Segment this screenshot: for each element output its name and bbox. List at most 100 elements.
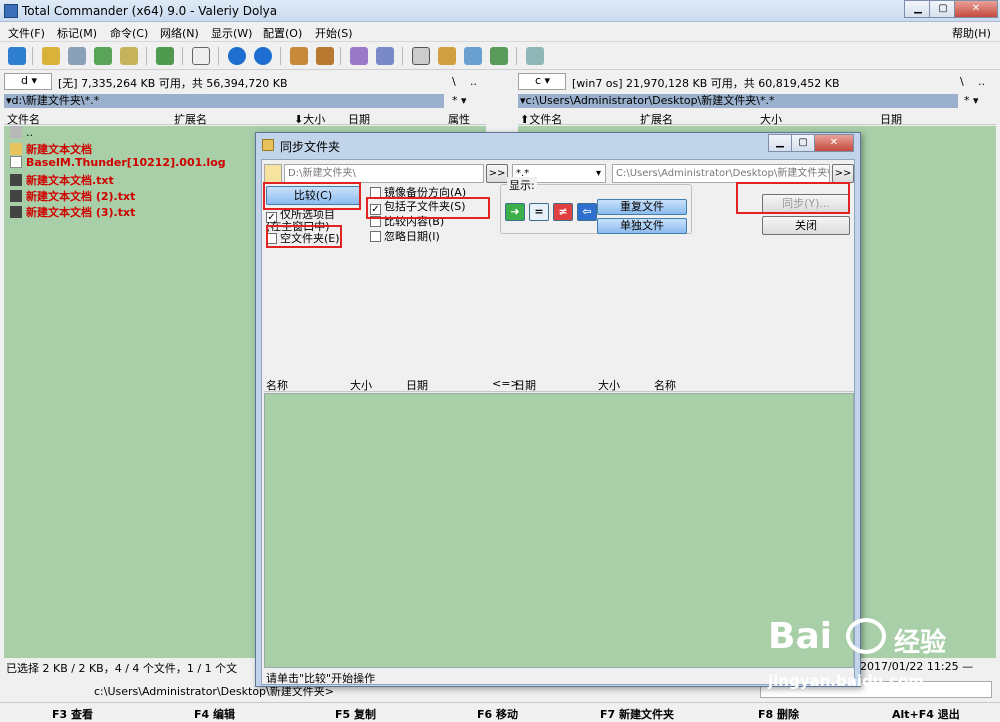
- list-header-size-right[interactable]: 大小: [598, 377, 620, 393]
- search-icon[interactable]: [412, 47, 430, 65]
- left-filter[interactable]: * ▾: [452, 94, 486, 108]
- right-drive-info: [win7 os] 21,970,128 KB 可用，共 60,819,452 …: [572, 77, 840, 90]
- menu-commands[interactable]: 命令(C): [110, 25, 148, 41]
- menu-file[interactable]: 文件(F): [8, 25, 45, 41]
- rename-icon[interactable]: [438, 47, 456, 65]
- right-header-ext[interactable]: 扩展名: [640, 111, 673, 127]
- full-view-icon[interactable]: [68, 47, 86, 65]
- left-header-date[interactable]: 日期: [348, 111, 370, 127]
- pack-icon[interactable]: [290, 47, 308, 65]
- menu-show[interactable]: 显示(W): [211, 25, 252, 41]
- compare-list[interactable]: [264, 393, 854, 668]
- list-header-date-right[interactable]: 日期: [514, 377, 536, 393]
- list-item[interactable]: ..: [10, 126, 33, 141]
- invert-selection-icon[interactable]: [156, 47, 174, 65]
- watermark: Bai 经验 jingyan.baidu.com: [768, 616, 998, 696]
- left-drive-select[interactable]: d ▾: [4, 73, 52, 90]
- dialog-minimize-button[interactable]: ▁: [768, 134, 792, 152]
- right-root-button[interactable]: \: [960, 75, 964, 88]
- zip-icon[interactable]: [192, 47, 210, 65]
- left-header-name[interactable]: 文件名: [7, 111, 40, 127]
- folder-icon: [10, 143, 22, 155]
- compare-icon[interactable]: [490, 47, 508, 65]
- sync-icon: [262, 139, 274, 151]
- minimize-button[interactable]: ▁: [904, 0, 932, 18]
- right-header-date[interactable]: 日期: [880, 111, 902, 127]
- right-dir-browse-button[interactable]: >>: [832, 164, 854, 183]
- function-key-bar: F3 查看 F4 编辑 F5 复制 F6 移动 F7 新建文件夹 F8 删除 A…: [0, 702, 1000, 721]
- tree-icon[interactable]: [120, 47, 138, 65]
- right-drive-bar: c ▾ [win7 os] 21,970,128 KB 可用，共 60,819,…: [518, 72, 996, 92]
- dialog-maximize-button[interactable]: ▢: [791, 134, 815, 152]
- show-equal-icon[interactable]: =: [529, 203, 549, 221]
- left-drive-bar: d ▾ [无] 7,335,264 KB 可用，共 56,394,720 KB …: [4, 72, 490, 92]
- list-item[interactable]: BaseIM.Thunder[10212].001.log: [10, 156, 226, 171]
- menu-net[interactable]: 网络(N): [160, 25, 199, 41]
- browse-folder-icon[interactable]: [264, 164, 282, 183]
- right-drive-select[interactable]: c ▾: [518, 73, 566, 90]
- close-button[interactable]: ✕: [954, 0, 998, 18]
- show-group: 显示: ➜ = ≠ ⇦ 重复文件 单独文件: [500, 177, 692, 234]
- menu-mark[interactable]: 标记(M): [57, 25, 97, 41]
- left-root-button[interactable]: \: [452, 75, 456, 88]
- ignore-date-checkbox[interactable]: 忽略日期(I): [370, 230, 440, 244]
- list-item[interactable]: 新建文本文档 (3).txt: [10, 204, 135, 219]
- close-dialog-button[interactable]: 关闭: [762, 216, 850, 235]
- left-header-ext[interactable]: 扩展名: [174, 111, 207, 127]
- left-drive-info: [无] 7,335,264 KB 可用，共 56,394,720 KB: [58, 77, 288, 90]
- dialog-title: 同步文件夹: [280, 140, 341, 154]
- list-item[interactable]: 新建文本文档: [10, 141, 92, 156]
- unpack-icon[interactable]: [316, 47, 334, 65]
- left-column-headers: 文件名 扩展名 ⬇大小 日期 属性: [4, 110, 486, 127]
- highlight-sync: [736, 182, 850, 214]
- list-item[interactable]: 新建文本文档 (2).txt: [10, 188, 135, 203]
- show-left-arrow-icon[interactable]: ⇦: [577, 203, 597, 221]
- watermark-logo-text: 经验: [894, 628, 947, 658]
- menu-config[interactable]: 配置(O): [263, 25, 302, 41]
- thumbnail-icon[interactable]: [94, 47, 112, 65]
- singles-button[interactable]: 单独文件: [597, 218, 687, 234]
- menu-help[interactable]: 帮助(H): [952, 25, 991, 41]
- brief-view-icon[interactable]: [42, 47, 60, 65]
- sync-dirs-icon[interactable]: [464, 47, 482, 65]
- highlight-compare: [263, 182, 361, 210]
- file-icon: [10, 156, 22, 168]
- left-dir-browse-button[interactable]: >>: [486, 164, 508, 183]
- right-filter[interactable]: * ▾: [964, 94, 996, 108]
- refresh-icon[interactable]: [8, 47, 26, 65]
- show-label: 显示:: [507, 177, 537, 193]
- window-title: Total Commander (x64) 9.0 - Valeriy Doly…: [22, 4, 278, 18]
- right-dir-input[interactable]: C:\Users\Administrator\Desktop\新建文件夹\: [612, 164, 830, 183]
- maximize-button[interactable]: ▢: [929, 0, 957, 18]
- list-header-name-left[interactable]: 名称: [266, 377, 288, 393]
- right-header-size[interactable]: 大小: [760, 111, 782, 127]
- left-header-attr[interactable]: 属性: [448, 111, 470, 127]
- menu-start[interactable]: 开始(S): [315, 25, 353, 41]
- notepad-icon[interactable]: [526, 47, 544, 65]
- list-header-size-left[interactable]: 大小: [350, 377, 372, 393]
- file-icon: [10, 206, 22, 218]
- show-unequal-icon[interactable]: ≠: [553, 203, 573, 221]
- url-icon[interactable]: [376, 47, 394, 65]
- right-column-headers: ⬆文件名 扩展名 大小 日期: [518, 110, 996, 127]
- dialog-close-button[interactable]: ✕: [814, 134, 854, 152]
- show-right-arrow-icon[interactable]: ➜: [505, 203, 525, 221]
- right-header-name[interactable]: ⬆文件名: [520, 111, 562, 127]
- file-icon: [10, 174, 22, 186]
- list-header-date-left[interactable]: 日期: [406, 377, 428, 393]
- left-dir-input[interactable]: D:\新建文件夹\: [284, 164, 484, 183]
- list-header-name-right[interactable]: 名称: [654, 377, 676, 393]
- left-up-button[interactable]: ..: [470, 75, 477, 88]
- app-icon: [4, 4, 18, 18]
- dialog-status: 请单击"比较"开始操作: [266, 672, 376, 685]
- dialog-body: D:\新建文件夹\ >> *.* ▾ C:\Users\Administrator…: [261, 159, 855, 685]
- right-up-button[interactable]: ..: [978, 75, 985, 88]
- list-item[interactable]: 新建文本文档.txt: [10, 172, 114, 187]
- compare-list-headers: 名称 大小 日期 <=> 日期 大小 名称: [264, 376, 854, 392]
- ftp-icon[interactable]: [350, 47, 368, 65]
- menu-bar: 文件(F) 标记(M) 命令(C) 网络(N) 显示(W) 配置(O) 开始(S…: [0, 22, 1000, 42]
- forward-icon[interactable]: [254, 47, 272, 65]
- left-header-size[interactable]: ⬇大小: [294, 111, 325, 127]
- duplicates-button[interactable]: 重复文件: [597, 199, 687, 215]
- back-icon[interactable]: [228, 47, 246, 65]
